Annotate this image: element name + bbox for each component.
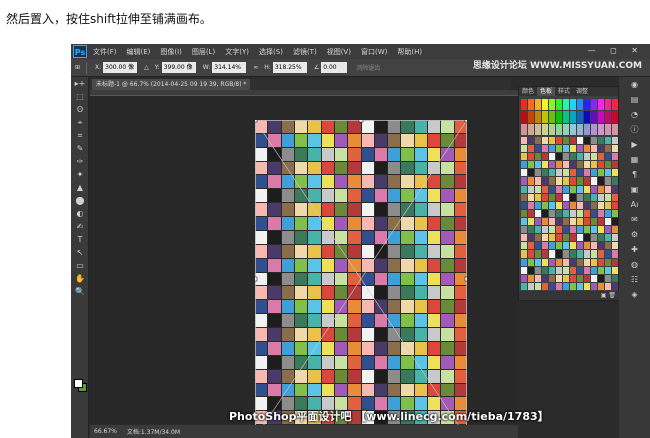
width-input[interactable]: 314.14% <box>212 62 247 73</box>
placed-color-grid-image[interactable] <box>255 120 467 438</box>
stamp-tool-icon[interactable]: ✦ <box>71 168 89 181</box>
swatches-panel: 颜色 色板 样式 调整 ▣ 🗑 <box>518 86 620 301</box>
type-tool-icon[interactable]: T <box>71 233 89 246</box>
rotate-icon: ∠ <box>313 64 320 71</box>
dodge-tool-icon[interactable]: ◐ <box>71 207 89 220</box>
panel-dock-icons: ◉ ▤ ◔ ⓘ ▶ ▦ ¶ ▣ Aı ✉ ⚙ ✚ ◍ ☷ ◈ <box>619 77 650 438</box>
dock-icon-1[interactable]: ◉ <box>619 77 650 92</box>
x-input[interactable]: 300.00 像 <box>103 62 138 73</box>
menu-type[interactable]: 文字(Y) <box>225 47 249 57</box>
marquee-tool-icon[interactable]: ⬚ <box>71 90 89 103</box>
y-label: Y: <box>154 64 160 71</box>
menu-view[interactable]: 视图(V) <box>327 47 351 57</box>
dock-icon-6[interactable]: ▦ <box>619 152 650 167</box>
swatch-spectrum-row[interactable] <box>521 99 618 135</box>
menu-select[interactable]: 选择(S) <box>259 47 283 57</box>
height-input[interactable]: 318.25% <box>272 62 307 73</box>
crop-tool-icon[interactable]: ⌗ <box>71 129 89 142</box>
tab-styles[interactable]: 样式 <box>555 87 573 96</box>
swatch-grid[interactable] <box>521 137 618 290</box>
dock-icon-9[interactable]: Aı <box>619 197 650 212</box>
tab-color[interactable]: 颜色 <box>519 87 537 96</box>
lasso-tool-icon[interactable]: ʘ <box>71 103 89 116</box>
dock-icon-13[interactable]: ◍ <box>619 257 650 272</box>
dock-icon-15[interactable]: ◈ <box>619 287 650 302</box>
zoom-tool-icon[interactable]: 🔍 <box>71 285 89 298</box>
w-label: W: <box>202 64 211 71</box>
menu-filter[interactable]: 滤镜(T) <box>293 47 317 57</box>
tab-adjustments[interactable]: 调整 <box>573 87 591 96</box>
canvas-area[interactable] <box>90 96 518 438</box>
dock-icon-8[interactable]: ▣ <box>619 182 650 197</box>
tools-panel: ▸+ ⬚ ʘ ⌖ ⌗ ✎ ✑ ✦ ▲ ⬤ ◐ ✍ T ↖ ▭ ✋ 🔍 <box>71 77 89 438</box>
ps-logo-icon: Ps <box>73 45 87 58</box>
zoom-level[interactable]: 66.67% <box>94 428 117 435</box>
path-select-tool-icon[interactable]: ↖ <box>71 246 89 259</box>
tab-swatches[interactable]: 色板 <box>537 87 556 96</box>
gradient-tool-icon[interactable]: ⬤ <box>71 194 89 207</box>
eraser-tool-icon[interactable]: ▲ <box>71 181 89 194</box>
dock-icon-7[interactable]: ¶ <box>619 167 650 182</box>
pen-tool-icon[interactable]: ✍ <box>71 220 89 233</box>
y-input[interactable]: 399.00 像 <box>161 62 196 73</box>
dock-icon-4[interactable]: ⓘ <box>619 122 650 137</box>
menu-edit[interactable]: 编辑(E) <box>127 47 151 57</box>
status-bar: 66.67% 文档:1.37M/34.0M <box>90 425 518 438</box>
eyedropper-tool-icon[interactable]: ✎ <box>71 142 89 155</box>
h-label: H: <box>264 64 271 71</box>
document-tab[interactable]: 未标题-1 @ 66.7% (2014-04-25 09 19 39, RGB/… <box>92 79 251 90</box>
dock-icon-11[interactable]: ⚙ <box>619 227 650 242</box>
transform-icon[interactable]: ⊞ <box>75 64 80 71</box>
document-tab-bar: 未标题-1 @ 66.7% (2014-04-25 09 19 39, RGB/… <box>90 79 510 90</box>
shape-tool-icon[interactable]: ▭ <box>71 259 89 272</box>
link-icon[interactable]: ∞ <box>253 64 258 71</box>
dock-icon-10[interactable]: ✉ <box>619 212 650 227</box>
panel-tabs: 颜色 色板 样式 调整 <box>519 87 618 96</box>
forum-banner-watermark: PhotoShop平面设计吧 【www.linecg.com/tieba/178… <box>229 410 549 423</box>
menu-window[interactable]: 窗口(W) <box>361 47 387 57</box>
window-controls[interactable]: — ◻ ✕ <box>588 46 644 55</box>
move-tool-icon[interactable]: ▸+ <box>71 77 89 90</box>
instruction-caption: 然后置入，按住shift拉伸至铺满画布。 <box>6 12 212 26</box>
antialias-label[interactable]: 消除锯齿 <box>356 63 380 72</box>
dock-icon-12[interactable]: ✚ <box>619 242 650 257</box>
menu-layer[interactable]: 图层(L) <box>192 47 215 57</box>
hand-tool-icon[interactable]: ✋ <box>71 272 89 285</box>
site-watermark: 思缘设计论坛 WWW.MISSYUAN.COM <box>472 61 642 71</box>
foreground-color-swatch[interactable] <box>74 379 83 388</box>
delta-icon: △ <box>144 64 149 71</box>
rotation-input[interactable]: 0.00 <box>321 62 348 73</box>
photoshop-window: Ps 文件(F) 编辑(E) 图像(I) 图层(L) 文字(Y) 选择(S) 滤… <box>71 44 650 438</box>
brush-tool-icon[interactable]: ✑ <box>71 155 89 168</box>
x-label: X: <box>95 64 102 71</box>
quick-select-tool-icon[interactable]: ⌖ <box>71 116 89 129</box>
menu-file[interactable]: 文件(F) <box>93 47 117 57</box>
divider <box>86 61 88 74</box>
dock-icon-14[interactable]: ☷ <box>619 272 650 287</box>
menu-image[interactable]: 图像(I) <box>160 47 182 57</box>
dock-icon-5[interactable]: ▶ <box>619 137 650 152</box>
dock-icon-3[interactable]: ◔ <box>619 107 650 122</box>
menu-bar: Ps 文件(F) 编辑(E) 图像(I) 图层(L) 文字(Y) 选择(S) 滤… <box>71 44 650 59</box>
dock-icon-2[interactable]: ▤ <box>619 92 650 107</box>
menu-help[interactable]: 帮助(H) <box>397 47 422 57</box>
document-size: 文档:1.37M/34.0M <box>126 429 181 436</box>
panel-footer-icons[interactable]: ▣ 🗑 <box>519 291 620 300</box>
